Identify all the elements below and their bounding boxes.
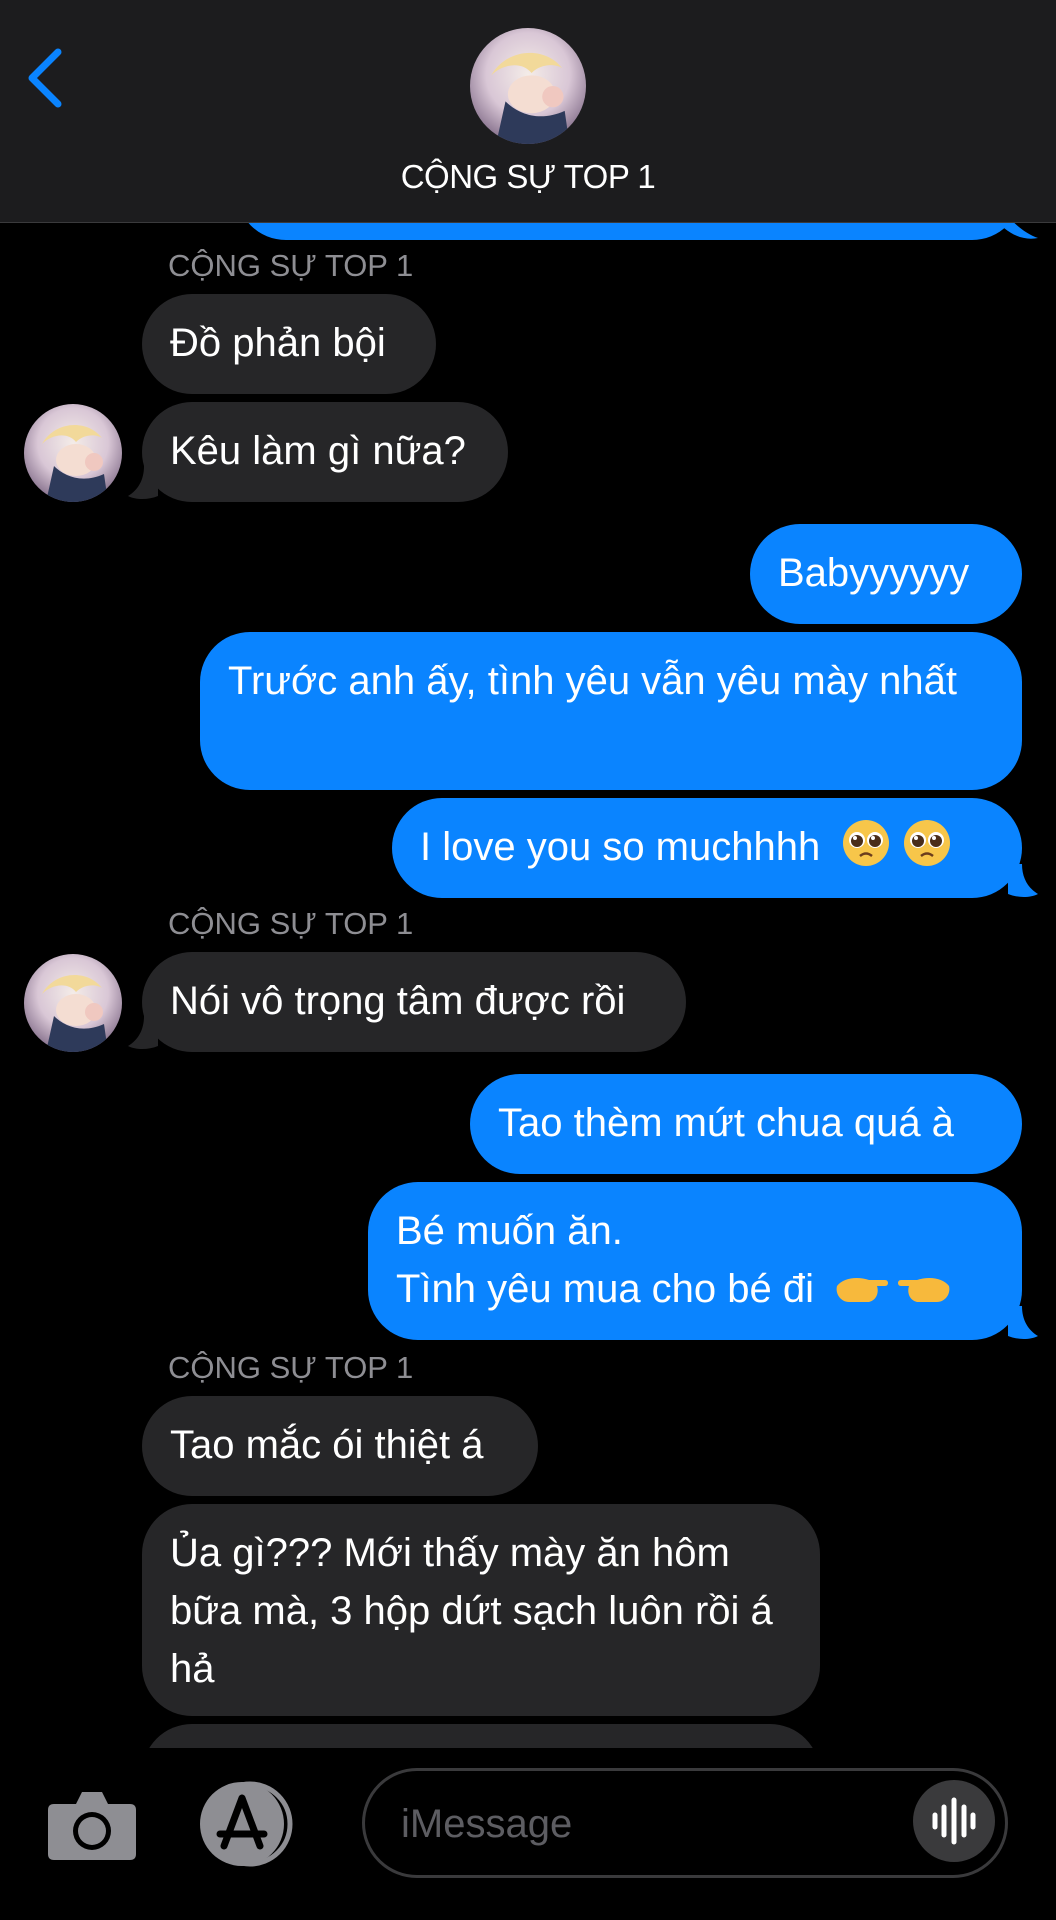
message-bubble-incoming[interactable]: Đồ phản bội — [142, 294, 436, 394]
contact-avatar[interactable] — [24, 404, 122, 502]
contact-avatar-header[interactable] — [470, 28, 586, 144]
message-thread[interactable]: CỘNG SỰ TOP 1 Đồ phản bội Kêu làm gì nữa… — [0, 0, 1056, 1748]
message-composer — [0, 1748, 1056, 1920]
message-bubble-incoming[interactable]: Ủa gì??? Mới thấy mày ăn hôm bữa mà, 3 h… — [142, 1504, 820, 1716]
message-bubble-outgoing[interactable]: Tao thèm mứt chua quá à — [470, 1074, 1022, 1174]
bubble-tail — [128, 466, 158, 499]
message-text: I love you so muchhhh — [420, 825, 821, 869]
app-store-button[interactable] — [196, 1778, 306, 1870]
message-bubble-incoming-partial[interactable] — [142, 1724, 820, 1748]
waveform-icon — [932, 1797, 976, 1845]
message-bubble-incoming[interactable]: Kêu làm gì nữa? — [142, 402, 508, 502]
voice-message-button[interactable] — [913, 1780, 995, 1862]
bubble-tail — [128, 1016, 158, 1049]
sender-name: CỘNG SỰ TOP 1 — [168, 1350, 414, 1385]
sender-name: CỘNG SỰ TOP 1 — [168, 906, 414, 941]
message-text: Bé muốn ăn. — [396, 1209, 623, 1253]
avatar-image — [470, 28, 586, 144]
camera-icon — [48, 1792, 136, 1860]
avatar-image — [24, 404, 122, 502]
chevron-left-icon — [28, 48, 62, 108]
message-bubble-outgoing[interactable]: I love you so muchhhh — [392, 798, 1022, 898]
message-bubble-incoming[interactable]: Nói vô trọng tâm được rồi — [142, 952, 686, 1052]
message-bubble-outgoing[interactable]: Bé muốn ăn. Tình yêu mua cho bé đi — [368, 1182, 1022, 1340]
conversation-header: CỘNG SỰ TOP 1 — [0, 0, 1056, 223]
sender-name: CỘNG SỰ TOP 1 — [168, 248, 414, 283]
pointing-fingers-icon — [836, 1278, 950, 1302]
app-store-icon — [200, 1781, 293, 1867]
contact-name[interactable]: CỘNG SỰ TOP 1 — [0, 158, 1056, 196]
bubble-tail — [1008, 1306, 1038, 1339]
avatar-image — [24, 954, 122, 1052]
bubble-tail — [1008, 864, 1038, 897]
back-button[interactable] — [22, 42, 72, 112]
message-bubble-incoming[interactable]: Tao mắc ói thiệt á — [142, 1396, 538, 1496]
message-bubble-outgoing[interactable]: Babyyyyyy — [750, 524, 1022, 624]
pleading-face-icon — [843, 820, 890, 866]
imessage-input-container[interactable] — [362, 1768, 1008, 1878]
message-text: Tình yêu mua cho bé đi — [396, 1267, 815, 1311]
imessage-input[interactable] — [399, 1771, 923, 1877]
contact-avatar[interactable] — [24, 954, 122, 1052]
message-bubble-outgoing[interactable]: Trước anh ấy, tình yêu vẫn yêu mày nhất — [200, 632, 1022, 790]
camera-button[interactable] — [46, 1778, 138, 1870]
pleading-face-icon — [904, 820, 951, 866]
